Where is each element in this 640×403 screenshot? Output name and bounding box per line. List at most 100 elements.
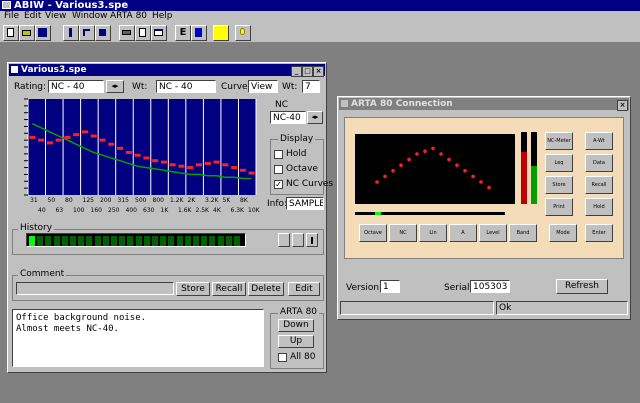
menu-window[interactable]: Window xyxy=(72,11,108,22)
arta-up-button[interactable]: Up xyxy=(278,335,314,348)
x-tick-label: 250 xyxy=(108,207,120,214)
device-key: Band xyxy=(509,224,537,242)
device-key: Mode xyxy=(549,224,577,242)
open-folder-icon[interactable] xyxy=(19,25,35,41)
refresh-button[interactable]: Refresh xyxy=(556,279,608,294)
history-segment xyxy=(70,236,76,246)
history-segment xyxy=(193,236,199,246)
x-tick-label: 125 xyxy=(82,197,94,204)
curve-field[interactable]: View xyxy=(248,80,278,93)
close-button[interactable]: × xyxy=(313,66,324,77)
weight-field[interactable]: NC - 40 xyxy=(156,80,216,93)
nc-curves-checkbox[interactable]: ✓ xyxy=(274,180,283,189)
rating-field[interactable]: NC - 40 xyxy=(48,80,104,93)
octave-checkbox[interactable] xyxy=(274,165,283,174)
history-segment xyxy=(234,236,240,246)
device-key: Data xyxy=(585,154,613,172)
spectrum-band-marker xyxy=(178,164,185,168)
x-tick-label: 200 xyxy=(100,197,112,204)
arta-down-button[interactable]: Down xyxy=(278,319,314,332)
x-tick-label: 1.2K xyxy=(170,197,184,204)
menu-edit[interactable]: Edit xyxy=(24,11,41,22)
spectrum-band-marker xyxy=(108,142,115,146)
info-icon[interactable] xyxy=(191,25,207,41)
history-segment xyxy=(29,236,35,246)
comment-textarea[interactable]: Office background noise. Almost meets NC… xyxy=(12,309,264,367)
curve-label: Curve: xyxy=(221,82,251,92)
info-field[interactable]: SAMPLE xyxy=(286,197,324,210)
status-text: Ok xyxy=(496,301,628,315)
pencil-icon[interactable] xyxy=(213,25,229,41)
undo-arrow-icon[interactable] xyxy=(79,25,95,41)
history-segment xyxy=(111,236,117,246)
comment-title-field[interactable] xyxy=(16,282,174,295)
conn-window-icon xyxy=(341,100,348,107)
app-icon xyxy=(2,1,11,9)
hold-checkbox[interactable] xyxy=(274,150,283,159)
history-segment xyxy=(225,236,232,246)
all-80-checkbox[interactable] xyxy=(278,353,287,362)
copy-icon[interactable] xyxy=(135,25,151,41)
spectrum-band-marker xyxy=(117,146,124,150)
printer-icon[interactable] xyxy=(119,25,135,41)
new-doc-icon[interactable] xyxy=(3,25,19,41)
menu-view[interactable]: View xyxy=(45,11,66,22)
status-left xyxy=(340,301,494,315)
rating-spinner[interactable]: ◂▸ xyxy=(106,80,124,93)
conn-window-titlebar: ARTA 80 Connection × xyxy=(339,98,629,111)
window-icon[interactable] xyxy=(151,25,167,41)
device-panel: NC-Meter A-Wt Leq Data Store Recall Print Hold O… xyxy=(344,117,624,259)
info-label: Info: xyxy=(267,199,288,209)
e-icon[interactable]: E xyxy=(175,25,191,41)
speaker-icon[interactable] xyxy=(95,25,111,41)
history-segment xyxy=(45,236,52,246)
minimize-button[interactable]: _ xyxy=(291,66,302,77)
recall-button[interactable]: Recall xyxy=(212,282,246,296)
history-next-button[interactable] xyxy=(292,233,304,247)
menu-arta[interactable]: ARTA 80 xyxy=(110,11,147,22)
x-tick-label: 315 xyxy=(117,197,129,204)
device-key: Enter xyxy=(585,224,613,242)
edit-button[interactable]: Edit xyxy=(288,282,320,296)
version-label: Version xyxy=(346,283,380,293)
spectrum-band-marker xyxy=(152,159,159,163)
display-group-label: Display xyxy=(278,134,316,144)
device-key: Store xyxy=(545,176,573,194)
nc-spinner[interactable]: ◂▸ xyxy=(307,111,323,124)
wt-field[interactable]: 7 xyxy=(302,80,320,93)
history-bar[interactable] xyxy=(26,233,246,247)
x-tick-label: 31 xyxy=(30,197,38,204)
menu-help[interactable]: Help xyxy=(152,11,173,22)
x-tick-label: 5K xyxy=(222,197,231,204)
history-segment xyxy=(102,236,109,246)
x-tick-label: 160 xyxy=(90,207,102,214)
nc-field[interactable]: NC-40 xyxy=(270,111,306,124)
history-segment xyxy=(61,236,68,246)
all-80-label: All 80 xyxy=(290,352,316,362)
history-segment xyxy=(78,236,85,246)
history-segment xyxy=(135,236,142,246)
history-prev-button[interactable] xyxy=(278,233,290,247)
store-button[interactable]: Store xyxy=(176,282,210,296)
conn-close-button[interactable]: × xyxy=(617,100,628,111)
menu-file[interactable]: File xyxy=(4,11,19,22)
history-segment xyxy=(143,236,150,246)
x-tick-label: 2.5K xyxy=(195,207,209,214)
spectrum-band-marker xyxy=(222,163,229,167)
main-window: Various3.spe _ □ × Rating: NC - 40 ◂▸ Wt… xyxy=(7,62,333,373)
spectrum-band-marker xyxy=(73,133,80,137)
x-tick-label: 1K xyxy=(160,207,169,214)
lightbulb-icon[interactable] xyxy=(235,25,251,41)
tuning-fork-icon[interactable] xyxy=(63,25,79,41)
history-segment xyxy=(160,236,167,246)
nc-group-label: NC xyxy=(275,100,289,110)
delete-button[interactable]: Delete xyxy=(248,282,284,296)
arta-group-label: ARTA 80 xyxy=(278,307,320,317)
spectrum-band-marker xyxy=(134,153,141,157)
history-toggle-button[interactable] xyxy=(306,233,318,247)
device-key: Print xyxy=(545,198,573,216)
maximize-button[interactable]: □ xyxy=(302,66,313,77)
wt-label: Wt: xyxy=(282,82,298,92)
device-key: A xyxy=(449,224,477,242)
save-icon[interactable] xyxy=(35,25,51,41)
